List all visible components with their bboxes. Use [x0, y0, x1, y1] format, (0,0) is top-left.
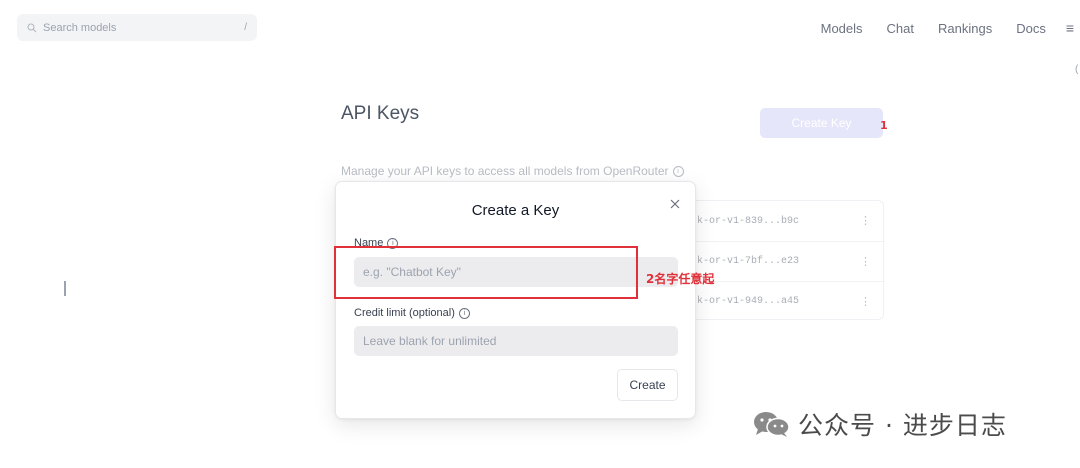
subtitle-text: Manage your API keys to access all model… [341, 164, 669, 178]
credit-limit-label: Credit limit (optional) [354, 307, 455, 319]
close-button[interactable] [667, 196, 683, 212]
annotation-step-2: 2名字任意起 [646, 272, 715, 286]
key-id: k-or-v1-839...b9c [697, 215, 800, 227]
credit-label-row: Credit limit (optional) i [354, 307, 470, 319]
wechat-icon [754, 412, 790, 437]
menu-icon[interactable]: ≡ [1066, 20, 1074, 36]
text-cursor [64, 281, 66, 296]
key-id: k-or-v1-7bf...e23 [697, 256, 800, 267]
table-row: k-or-v1-839...b9c ⋮ [681, 201, 885, 241]
annotation-highlight-box [334, 246, 638, 299]
api-keys-table: k-or-v1-839...b9c ⋮ k-or-v1-7bf...e23 ⋮ … [680, 200, 885, 321]
search-placeholder: Search models [43, 21, 117, 34]
create-key-modal: Create a Key Name i Credit limit (option… [335, 181, 696, 419]
info-icon[interactable]: i [672, 165, 684, 177]
modal-title: Create a Key [471, 202, 560, 219]
create-button[interactable]: Create [617, 369, 678, 401]
nav-models[interactable]: Models [821, 21, 863, 36]
table-row: k-or-v1-949...a45 ⋮ [681, 281, 885, 321]
page-title: API Keys [341, 103, 420, 124]
info-icon[interactable]: i [458, 307, 470, 319]
kebab-icon[interactable]: ⋮ [860, 255, 871, 269]
top-nav: Models Chat Rankings Docs ≡ [821, 20, 1080, 36]
nav-chat[interactable]: Chat [887, 21, 914, 36]
annotation-step-1: 1 [880, 119, 888, 132]
close-icon [670, 199, 680, 209]
search-shortcut: / [244, 22, 247, 33]
edge-glyph: ( [1075, 64, 1079, 75]
kebab-icon[interactable]: ⋮ [860, 295, 871, 309]
kebab-icon[interactable]: ⋮ [860, 214, 871, 228]
credit-limit-input[interactable] [354, 326, 678, 356]
search-icon [27, 23, 37, 32]
create-key-button[interactable]: Create Key [760, 108, 883, 138]
key-id: k-or-v1-949...a45 [697, 296, 800, 307]
watermark-text: 公众号 · 进步日志 [798, 411, 1007, 440]
nav-rankings[interactable]: Rankings [938, 21, 992, 36]
watermark: 公众号 · 进步日志 [752, 406, 1007, 442]
nav-docs[interactable]: Docs [1016, 21, 1046, 36]
search-box[interactable]: Search models / [17, 14, 257, 41]
page-subtitle: Manage your API keys to access all model… [341, 164, 684, 178]
